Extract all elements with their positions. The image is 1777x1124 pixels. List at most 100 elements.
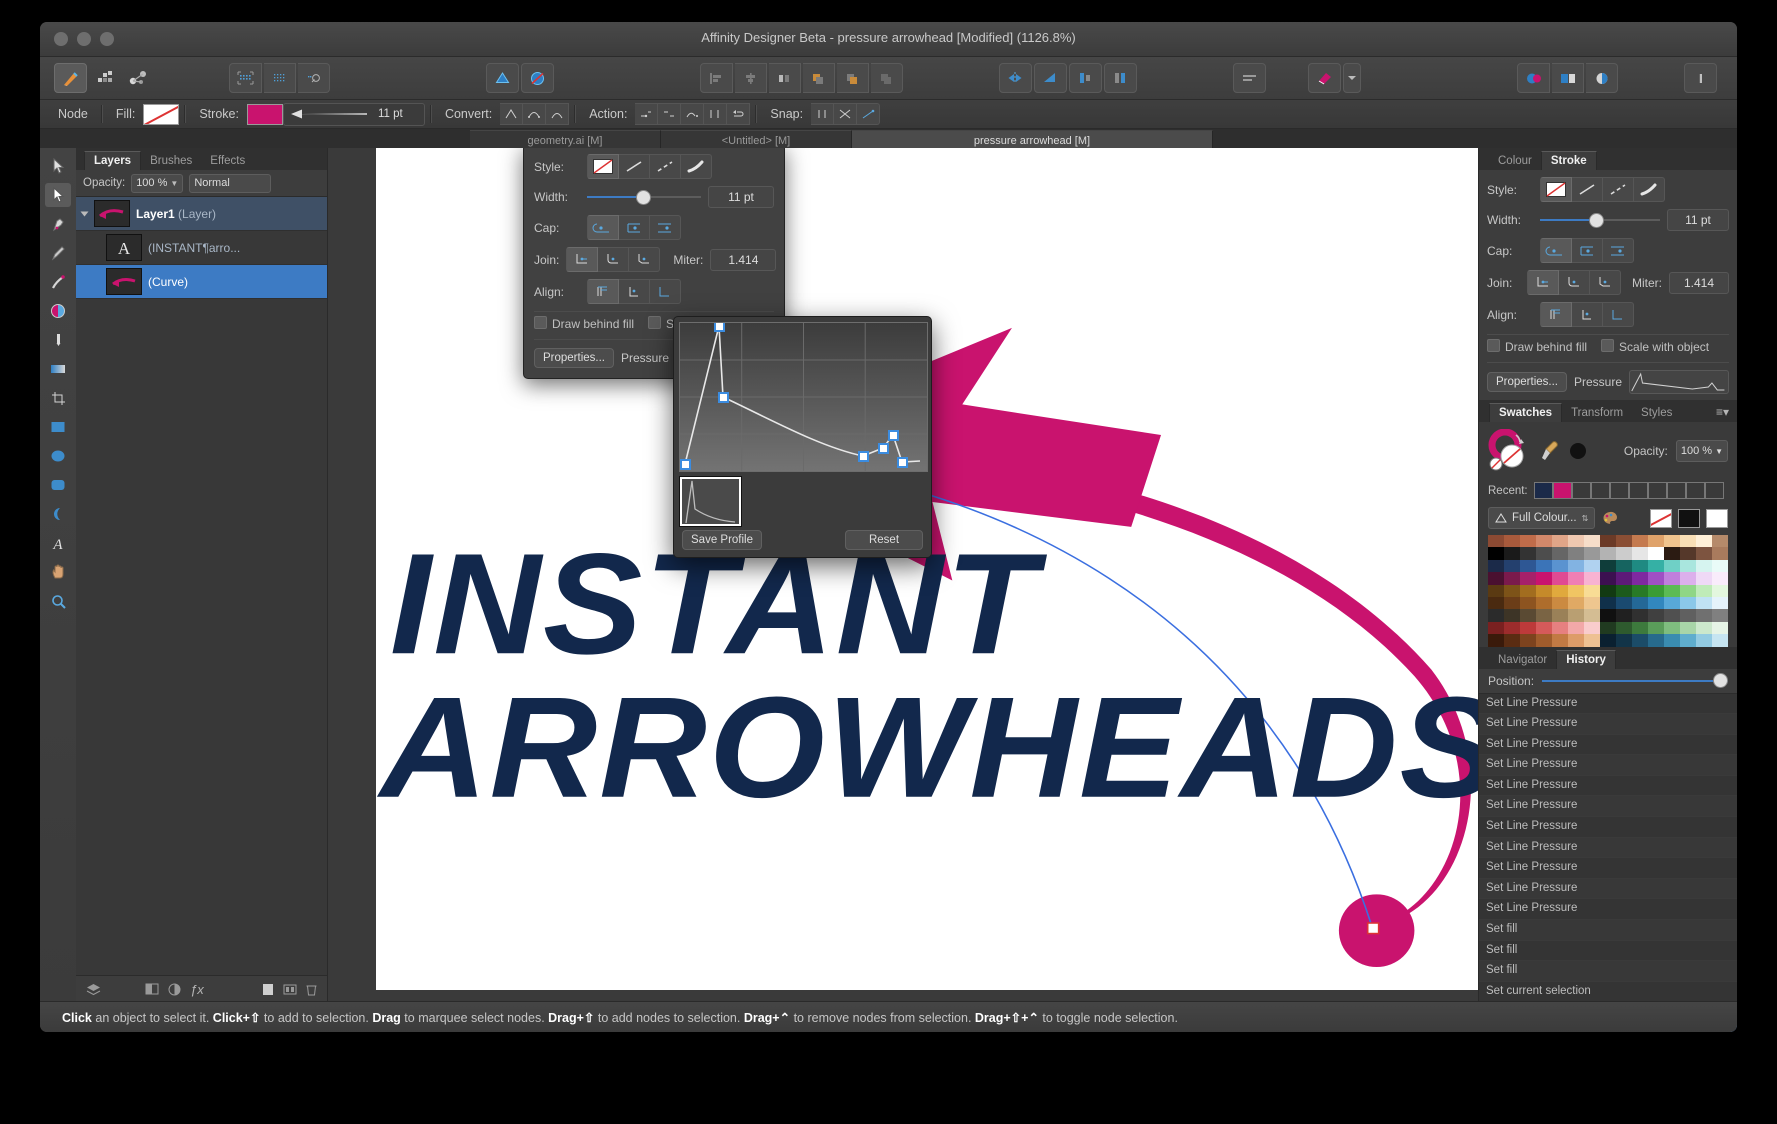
palette-row[interactable] — [1479, 584, 1737, 597]
join-curves-icon[interactable] — [704, 103, 728, 125]
stroke-panel-icon[interactable] — [1586, 63, 1618, 93]
blend-mode-field[interactable]: Normal — [189, 173, 272, 193]
history-item[interactable]: Set Line Pressure — [1479, 817, 1737, 838]
adjustment-layer-icon[interactable] — [168, 983, 181, 996]
align-horizontal-icon[interactable] — [1104, 63, 1137, 93]
node-tool-icon[interactable] — [45, 183, 71, 207]
palette-row[interactable] — [1479, 547, 1737, 560]
recent-swatch-empty[interactable] — [1590, 482, 1610, 499]
distribute-horizontally-icon[interactable] — [769, 63, 801, 93]
join-style-segment[interactable] — [1527, 270, 1621, 295]
join-bevel-icon[interactable] — [629, 247, 661, 272]
tab-navigator[interactable]: Navigator — [1489, 651, 1556, 669]
history-item[interactable]: Set Line Pressure — [1479, 858, 1737, 879]
cap-round-icon[interactable] — [1603, 238, 1634, 263]
fill-swatch[interactable] — [143, 103, 180, 125]
history-item[interactable]: Set Line Pressure — [1479, 735, 1737, 756]
panel-menu-icon[interactable]: ≡▾ — [1716, 405, 1729, 419]
layers-stack-icon[interactable] — [86, 983, 101, 996]
black-swatch[interactable] — [1568, 441, 1588, 461]
palette-row[interactable] — [1479, 596, 1737, 610]
subtract-selection-icon[interactable] — [521, 63, 554, 93]
align-style-segment[interactable] — [587, 279, 681, 304]
popup-properties-button[interactable]: Properties... — [534, 348, 614, 368]
history-item[interactable]: Set current selection — [1479, 982, 1737, 1003]
stroke-width-value[interactable]: 11 pt — [1667, 209, 1729, 231]
join-round-icon[interactable] — [598, 247, 630, 272]
popup-miter-value[interactable]: 1.414 — [710, 248, 777, 271]
tab-transform[interactable]: Transform — [1562, 404, 1632, 422]
align-center-stroke-icon[interactable] — [1540, 302, 1572, 327]
join-bevel-icon[interactable] — [1590, 270, 1621, 295]
effects-icon[interactable]: ƒx — [190, 982, 204, 997]
convert-sharp-icon[interactable] — [500, 103, 524, 125]
stroke-width-slider[interactable] — [1540, 212, 1660, 228]
recent-swatch[interactable] — [1533, 482, 1553, 499]
history-item[interactable]: Set fill — [1479, 961, 1737, 982]
rounded-rectangle-tool-icon[interactable] — [45, 473, 71, 497]
gradient-tool-icon[interactable] — [45, 328, 71, 352]
align-center-stroke-icon[interactable] — [587, 279, 619, 304]
pencil-tool-icon[interactable] — [45, 241, 71, 265]
palette-row[interactable] — [1479, 621, 1737, 635]
pressure-curve-editor[interactable] — [679, 322, 928, 472]
palette-grid[interactable] — [1479, 535, 1737, 647]
recent-swatch-empty[interactable] — [1647, 482, 1667, 499]
recent-swatch-empty[interactable] — [1628, 482, 1648, 499]
tab-styles[interactable]: Styles — [1632, 404, 1681, 422]
info-panel-icon[interactable] — [1684, 63, 1717, 93]
stroke-style-none-icon[interactable] — [587, 154, 619, 179]
align-vertical-icon[interactable] — [1069, 63, 1102, 93]
new-layer-icon[interactable] — [262, 983, 274, 996]
disclosure-triangle-icon[interactable] — [80, 211, 89, 216]
snap-candidates-icon[interactable] — [811, 103, 835, 125]
tab-colour[interactable]: Colour — [1489, 152, 1541, 170]
tab-swatches[interactable]: Swatches — [1489, 403, 1563, 422]
join-miter-icon[interactable] — [566, 247, 599, 272]
align-outside-stroke-icon[interactable] — [1603, 302, 1634, 327]
history-item[interactable]: Set Line Pressure — [1479, 878, 1737, 900]
close-curve-icon[interactable] — [658, 103, 682, 125]
reverse-curve-icon[interactable] — [727, 103, 751, 125]
history-item[interactable]: Set Line Pressure — [1479, 714, 1737, 735]
join-style-segment[interactable] — [566, 247, 661, 272]
history-position-slider[interactable] — [1542, 673, 1728, 689]
cap-round-icon[interactable] — [650, 215, 681, 240]
history-item[interactable]: Set fill — [1479, 941, 1737, 962]
palette-select[interactable]: Full Colour... ⇅ — [1488, 507, 1596, 529]
crop-tool-icon[interactable] — [45, 386, 71, 410]
zoom-tool-icon[interactable] — [45, 589, 71, 613]
stroke-style-brush-icon[interactable] — [1634, 177, 1665, 202]
cap-style-segment[interactable] — [587, 215, 681, 240]
layer-row-layer1[interactable]: Layer1 (Layer) — [76, 197, 327, 231]
palette-row[interactable] — [1479, 609, 1737, 622]
stroke-style-dashed-icon[interactable] — [650, 154, 681, 179]
canvas-area[interactable]: INSTANT ARROWHEADS Style: Width: 11 pt C… — [328, 148, 1479, 1002]
cap-square-icon[interactable] — [1572, 238, 1603, 263]
stroke-style-brush-icon[interactable] — [681, 154, 712, 179]
popup-width-value[interactable]: 11 pt — [708, 186, 774, 208]
new-group-icon[interactable] — [283, 983, 297, 995]
mask-layer-icon[interactable] — [145, 983, 159, 995]
stroke-swatch[interactable] — [246, 103, 283, 125]
recent-swatch-empty[interactable] — [1685, 482, 1705, 499]
colour-picker-icon[interactable] — [1540, 440, 1560, 462]
snapping-grid-icon[interactable] — [264, 63, 296, 93]
history-item[interactable]: Set Line Pressure — [1479, 694, 1737, 715]
history-item[interactable]: Set Line Pressure — [1479, 755, 1737, 776]
text-tool-icon[interactable]: A — [45, 531, 71, 555]
history-item[interactable]: Set Line Pressure — [1479, 837, 1737, 859]
palette-row[interactable] — [1479, 634, 1737, 647]
black-swatch-small[interactable] — [1678, 508, 1700, 528]
recent-swatch-empty[interactable] — [1704, 482, 1724, 499]
stepper-icon[interactable]: ⇅ — [1582, 514, 1589, 523]
tab-effects[interactable]: Effects — [201, 152, 254, 170]
ellipse-tool-icon[interactable] — [45, 444, 71, 468]
stroke-style-solid-icon[interactable] — [619, 154, 650, 179]
layer-row-curve[interactable]: (Curve) — [76, 265, 327, 299]
align-style-segment[interactable] — [1540, 302, 1634, 327]
opacity-field[interactable]: 100 % ▼ — [131, 173, 184, 193]
crescent-tool-icon[interactable] — [45, 502, 71, 526]
add-to-selection-icon[interactable] — [486, 63, 519, 93]
scale-with-object-checkbox[interactable]: Scale with object — [1601, 339, 1709, 354]
